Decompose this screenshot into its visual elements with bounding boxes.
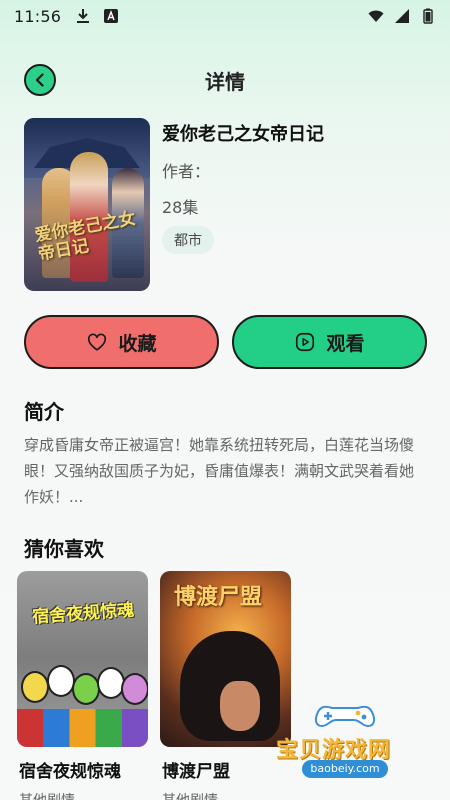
- watch-label: 观看: [326, 332, 365, 355]
- cover-face: [220, 681, 260, 731]
- recommendation-cover[interactable]: 宿舍夜规惊魂: [17, 571, 148, 747]
- watermark-url: baobeiy.com: [302, 760, 388, 778]
- recommendation-genre: 其他剧情: [160, 790, 292, 800]
- intro-heading: 简介: [24, 400, 64, 424]
- recommendation-cover-text: 宿舍夜规惊魂: [31, 600, 135, 628]
- header: 详情: [0, 58, 450, 102]
- status-bar: 11:56: [0, 0, 450, 32]
- gamepad-icon: [314, 705, 376, 728]
- episode-count: 28集: [162, 198, 199, 217]
- back-button[interactable]: [24, 64, 56, 96]
- favorite-button[interactable]: 收藏: [24, 315, 219, 369]
- signal-icon: [395, 9, 409, 23]
- cover-figure: [72, 673, 100, 705]
- cover-crowd-illustration: [17, 661, 148, 747]
- drama-title: 爱你老己之女帝日记: [162, 124, 324, 145]
- cover-figure-bodies: [17, 709, 148, 747]
- app-store-icon: [104, 9, 119, 23]
- favorite-label: 收藏: [118, 332, 157, 355]
- drama-detail-card: 爱你老己之女帝日记 爱你老己之女帝日记 作者： 28集 都市: [24, 118, 434, 293]
- action-buttons: 收藏 观看: [24, 315, 427, 369]
- chevron-left-icon: [35, 73, 44, 87]
- intro-text: 穿成昏庸女帝正被逼宫！她靠系统扭转死局，白莲花当场傻眼！又强纳敌国质子为妃，昏庸…: [24, 436, 415, 506]
- play-icon: [296, 332, 315, 352]
- genre-tag[interactable]: 都市: [162, 226, 214, 254]
- recommendation-genre: 其他剧情: [17, 790, 149, 800]
- drama-cover-image[interactable]: 爱你老己之女帝日记: [24, 118, 150, 291]
- cover-figure: [47, 665, 75, 697]
- status-notifications: [75, 8, 119, 24]
- status-time: 11:56: [14, 6, 62, 26]
- status-system-icons: [368, 8, 436, 24]
- page-title: 详情: [205, 69, 245, 94]
- recommendation-name: 宿舍夜规惊魂: [19, 762, 121, 782]
- recommendation-cover-text: 博渡尸盟: [174, 584, 263, 610]
- heart-icon: [88, 333, 107, 351]
- author-label: 作者：: [162, 162, 211, 181]
- cover-figure: [121, 673, 148, 705]
- cover-figure: [21, 671, 49, 703]
- download-icon: [77, 9, 90, 23]
- site-watermark: 宝贝游戏网 baobeiy.com: [272, 700, 422, 790]
- battery-icon: [423, 8, 433, 24]
- wifi-icon: [368, 10, 384, 22]
- recommendation-card[interactable]: 宿舍夜规惊魂 宿舍夜规惊魂 其他剧情: [17, 571, 149, 800]
- watch-button[interactable]: 观看: [232, 315, 427, 369]
- recommendations-heading: 猜你喜欢: [24, 537, 104, 561]
- genre-tag-label: 都市: [174, 233, 202, 249]
